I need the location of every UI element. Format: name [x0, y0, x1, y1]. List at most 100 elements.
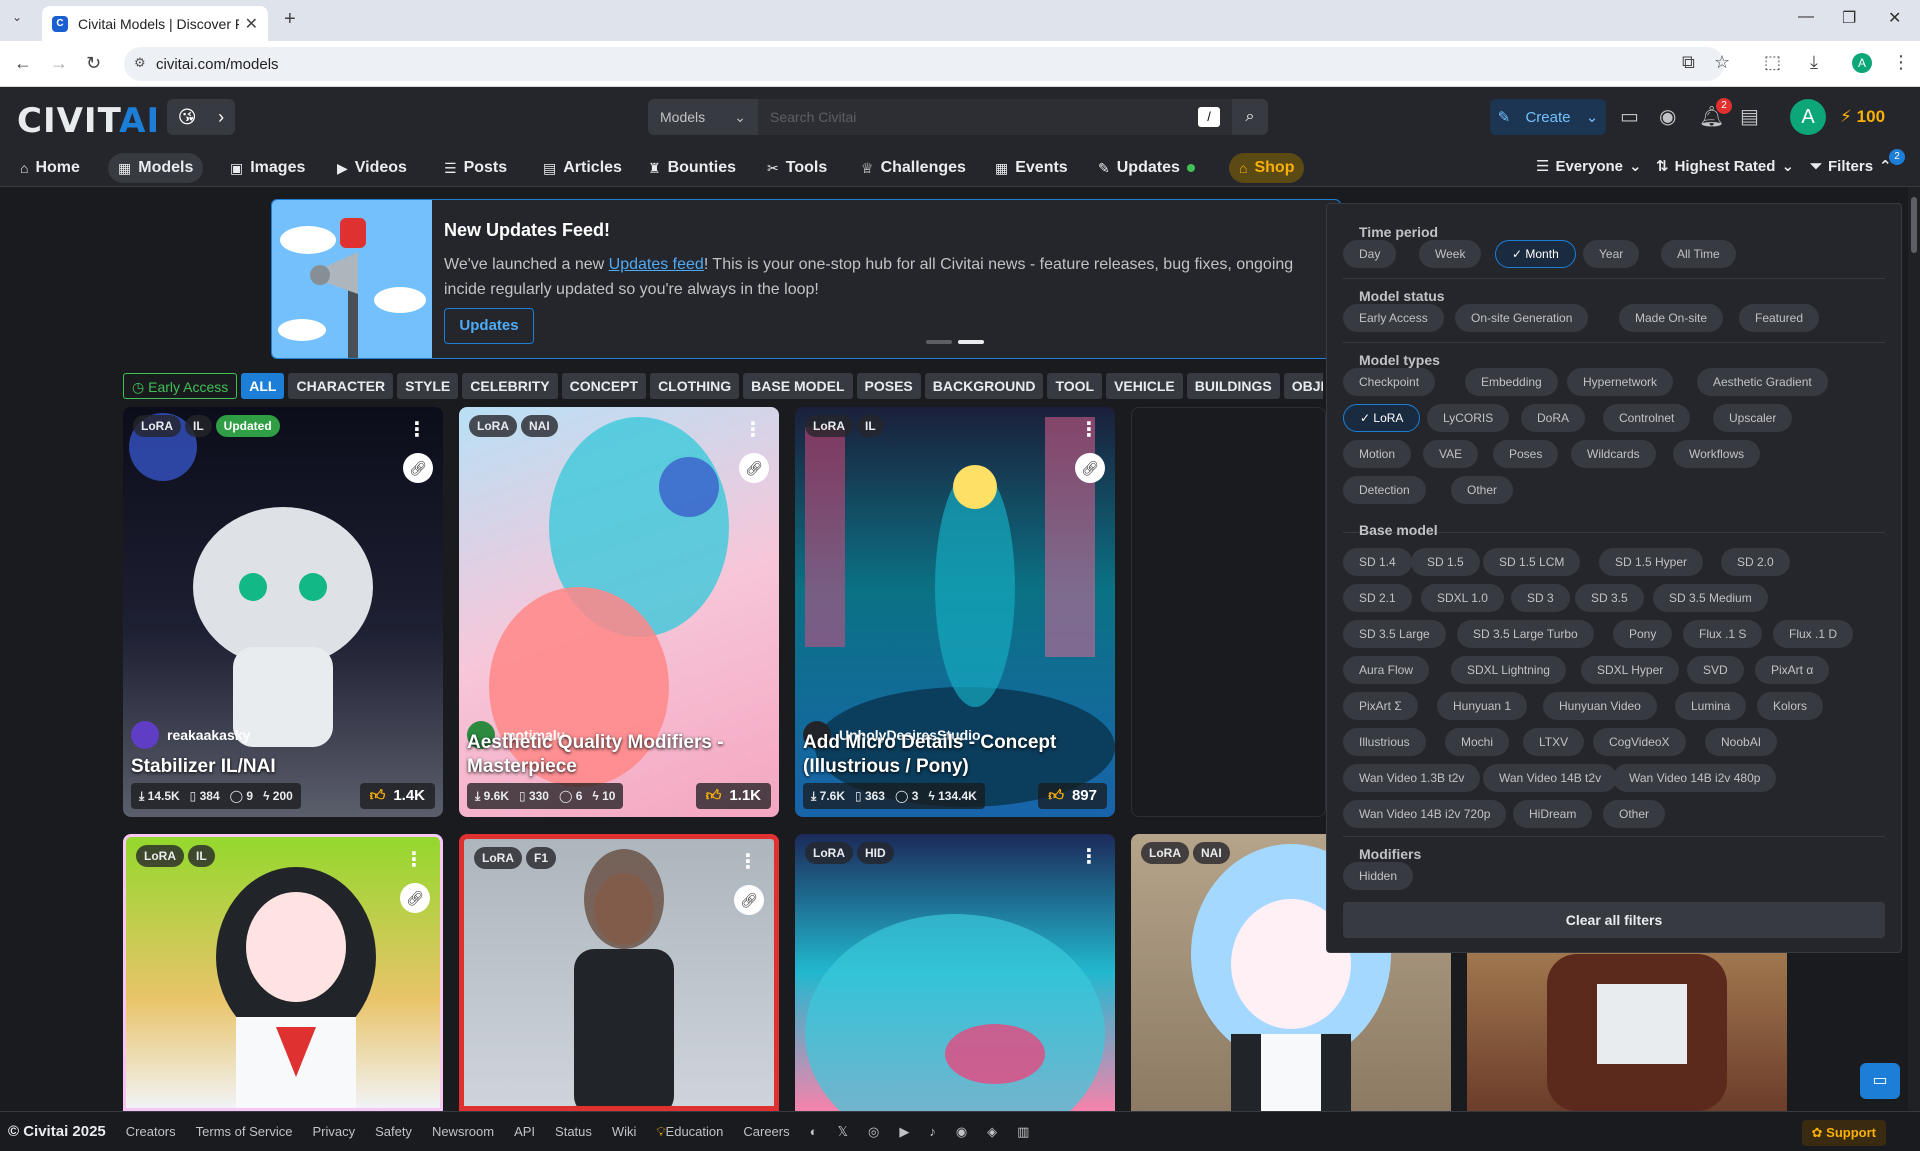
model-card[interactable]: LoRA HID ⋮: [795, 834, 1115, 1111]
category-buildings[interactable]: BUILDINGS: [1186, 373, 1280, 399]
filter-chip[interactable]: SD 2.0: [1721, 548, 1790, 576]
filter-chip[interactable]: Made On-site: [1619, 304, 1724, 332]
filter-chip[interactable]: Year: [1583, 240, 1640, 268]
restore-icon[interactable]: ❐: [1842, 8, 1856, 28]
twitch-icon[interactable]: ▥: [1017, 1124, 1029, 1140]
footer-link-privacy[interactable]: Privacy: [312, 1124, 355, 1139]
model-card[interactable]: LoRA F1 ⋮ 🔗︎: [459, 834, 779, 1111]
mood-button[interactable]: 😘 ›: [167, 99, 235, 135]
nav-bounties[interactable]: ♜ Bounties: [638, 153, 746, 183]
filters-button[interactable]: ⏷ Filters ⌃: [1810, 157, 1892, 176]
filter-chip[interactable]: SD 3.5 Medium: [1653, 584, 1768, 612]
filter-chip[interactable]: Wildcards: [1571, 440, 1656, 468]
nav-challenges[interactable]: ♕ Challenges: [851, 153, 976, 183]
filter-chip[interactable]: Detection: [1343, 476, 1426, 504]
filter-chip[interactable]: SDXL Hyper: [1581, 656, 1680, 684]
category-background[interactable]: BACKGROUND: [924, 373, 1044, 399]
clear-all-filters-button[interactable]: Clear all filters: [1343, 902, 1885, 938]
category-tool[interactable]: TOOL: [1047, 373, 1103, 399]
page-scrollbar[interactable]: [1908, 187, 1920, 1111]
model-card[interactable]: LoRA NAI ⋮ 🔗︎ motimalu Aesthetic Quality …: [459, 407, 779, 817]
filter-chip[interactable]: SD 1.4: [1343, 548, 1412, 576]
close-tab-icon[interactable]: ✕: [245, 14, 258, 34]
nav-tools[interactable]: ✂ Tools: [757, 153, 837, 183]
filter-chip[interactable]: Mochi: [1445, 728, 1510, 756]
browsing-mode-eye-icon[interactable]: ◉: [1659, 104, 1676, 129]
filter-chip[interactable]: Workflows: [1673, 440, 1761, 468]
model-card[interactable]: LoRA IL Updated ⋮ 🔗︎ reakaakasky Stabilize…: [123, 407, 443, 817]
search-input[interactable]: [758, 99, 1232, 135]
filter-chip[interactable]: LTXV: [1523, 728, 1585, 756]
filter-chip[interactable]: Other: [1603, 800, 1666, 828]
filter-chip[interactable]: Wan Video 14B i2v 720p: [1343, 800, 1507, 828]
discord-icon[interactable]: ◐: [810, 1124, 818, 1139]
card-menu-icon[interactable]: ⋮: [738, 849, 758, 874]
filter-chip[interactable]: Embedding: [1465, 368, 1558, 396]
filter-chip[interactable]: SD 3.5 Large Turbo: [1457, 620, 1594, 648]
reddit-icon[interactable]: ◉: [956, 1124, 967, 1140]
link-icon[interactable]: 🔗︎: [1075, 453, 1105, 483]
create-button[interactable]: ✎ Create ⌄: [1490, 99, 1606, 135]
filter-chip[interactable]: Aura Flow: [1343, 656, 1430, 684]
chat-button[interactable]: ▭: [1860, 1063, 1900, 1099]
filter-chip[interactable]: LyCORIS: [1427, 404, 1510, 432]
filter-chip[interactable]: Aesthetic Gradient: [1697, 368, 1828, 396]
card-menu-icon[interactable]: ⋮: [404, 847, 424, 872]
filter-chip[interactable]: Upscaler: [1713, 404, 1793, 432]
sort-select[interactable]: ⇅ Highest Rated ⌄: [1656, 157, 1794, 176]
nav-shop[interactable]: ⌂ Shop: [1229, 153, 1305, 183]
tiktok-icon[interactable]: ♪: [929, 1124, 936, 1139]
category-character[interactable]: CHARACTER: [288, 373, 394, 399]
banner-dot[interactable]: [926, 340, 952, 344]
footer-link-terms[interactable]: Terms of Service: [196, 1124, 293, 1139]
filter-chip[interactable]: Week: [1419, 240, 1482, 268]
tab-list-icon[interactable]: ⌄: [12, 10, 22, 24]
downloads-icon[interactable]: ⤓: [1810, 52, 1818, 73]
card-likes[interactable]: 👍︎ 1.4K: [359, 783, 435, 809]
filter-chip[interactable]: Lumina: [1675, 692, 1747, 720]
updates-button[interactable]: Updates: [444, 308, 534, 344]
chat-icon[interactable]: ▤: [1740, 104, 1759, 129]
filter-chip-selected[interactable]: ✓ LoRA: [1343, 404, 1421, 432]
footer-link-careers[interactable]: Careers: [743, 1124, 789, 1139]
filter-chip[interactable]: VAE: [1423, 440, 1479, 468]
github-icon[interactable]: ◈: [987, 1124, 997, 1140]
filter-chip[interactable]: SD 3.5: [1575, 584, 1644, 612]
card-menu-icon[interactable]: ⋮: [743, 417, 763, 442]
filter-chip[interactable]: Featured: [1739, 304, 1820, 332]
close-window-icon[interactable]: ✕: [1888, 8, 1901, 28]
filter-chip[interactable]: Kolors: [1757, 692, 1824, 720]
reload-icon[interactable]: ↻: [86, 53, 101, 74]
model-card[interactable]: LoRA IL ⋮ 🔗︎: [123, 834, 443, 1111]
category-concept[interactable]: CONCEPT: [561, 373, 647, 399]
category-objects[interactable]: OBJECTS: [1283, 373, 1323, 399]
filter-chip[interactable]: Flux .1 D: [1773, 620, 1854, 648]
filter-chip[interactable]: Flux .1 S: [1683, 620, 1763, 648]
filter-chip[interactable]: SVD: [1687, 656, 1744, 684]
civitai-logo[interactable]: CIVITAI: [17, 101, 160, 141]
extensions-icon[interactable]: ⬚: [1764, 52, 1781, 73]
filter-chip[interactable]: Other: [1451, 476, 1514, 504]
filter-chip[interactable]: SD 1.5 Hyper: [1599, 548, 1704, 576]
scrollbar-thumb[interactable]: [1911, 197, 1917, 253]
filter-chip[interactable]: Pony: [1613, 620, 1673, 648]
bookmark-star-icon[interactable]: ☆: [1714, 52, 1730, 73]
nav-updates[interactable]: ✎ Updates: [1088, 153, 1205, 183]
filter-chip[interactable]: All Time: [1661, 240, 1736, 268]
filter-chip[interactable]: Day: [1343, 240, 1397, 268]
card-menu-icon[interactable]: ⋮: [407, 417, 427, 442]
video-generation-icon[interactable]: ▭: [1620, 104, 1639, 129]
model-card[interactable]: LoRA IL ⋮ 🔗︎ UnholyDesiresStudio Add Micr…: [795, 407, 1115, 817]
footer-link-safety[interactable]: Safety: [375, 1124, 412, 1139]
nav-models[interactable]: ▦ Models: [108, 153, 204, 183]
filter-chip[interactable]: Hunyuan Video: [1543, 692, 1657, 720]
footer-link-education[interactable]: 💡︎Education: [656, 1124, 723, 1140]
category-poses[interactable]: POSES: [856, 373, 921, 399]
category-vehicle[interactable]: VEHICLE: [1106, 373, 1183, 399]
site-info-icon[interactable]: ⚙: [134, 55, 146, 71]
filter-chip[interactable]: NoobAI: [1705, 728, 1778, 756]
filter-chip[interactable]: Early Access: [1343, 304, 1444, 332]
user-avatar[interactable]: A: [1790, 99, 1826, 135]
updates-feed-link[interactable]: Updates feed: [609, 256, 704, 273]
x-icon[interactable]: 𝕏: [837, 1124, 847, 1140]
